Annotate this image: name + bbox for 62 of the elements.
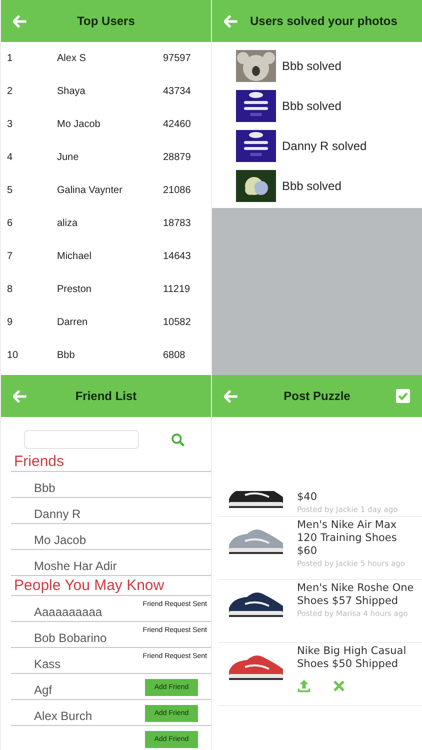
rank-number: 4 <box>6 152 14 163</box>
score: 97597 <box>163 53 191 64</box>
deal-title[interactable]: Men's Nike Air Max 120 Training Shoes $60 <box>297 519 416 558</box>
rank-number: 10 <box>6 350 20 361</box>
rank-number: 9 <box>6 317 14 328</box>
user-name: Bbb <box>57 350 76 361</box>
search-field[interactable] <box>24 430 139 449</box>
user-name: June <box>57 152 80 163</box>
friend-name[interactable]: Agf <box>34 683 52 697</box>
screen-title: Users solved your photos <box>250 14 398 28</box>
rank-number: 7 <box>6 251 14 262</box>
solved-label: Bbb solved <box>282 99 342 113</box>
user-name: aliza <box>57 218 79 229</box>
screen-title: Top Users <box>76 14 136 28</box>
rank-number: 6 <box>6 218 14 229</box>
friend-name[interactable]: Kass <box>34 657 61 671</box>
user-name: Darren <box>57 317 89 328</box>
screen-title: Friend List <box>74 389 138 403</box>
score: 21086 <box>163 185 191 196</box>
user-name: Michael <box>57 251 92 262</box>
user-name: Shaya <box>57 86 86 97</box>
deal-title[interactable]: $40 <box>297 491 398 504</box>
deal-title[interactable]: Nike Big High Casual Shoes $50 Shipped <box>297 645 416 671</box>
search-icon[interactable] <box>171 432 185 446</box>
friend-name[interactable]: Danny R <box>34 507 81 521</box>
section-heading: People You May Know <box>14 577 164 594</box>
solved-label: Bbb solved <box>282 59 342 73</box>
score: 10582 <box>163 317 191 328</box>
screen-title: Post Puzzle <box>282 389 352 403</box>
solved-label: Bbb solved <box>282 179 342 193</box>
friend-name[interactable]: Aaaaaaaaaa <box>34 605 102 619</box>
user-name: Preston <box>57 284 92 295</box>
rank-number: 3 <box>6 119 14 130</box>
score: 6808 <box>163 350 186 361</box>
close-icon[interactable] <box>333 680 345 692</box>
rank-number: 5 <box>6 185 14 196</box>
friend-name[interactable]: Alex Burch <box>34 709 92 723</box>
back-arrow-icon[interactable] <box>13 390 27 402</box>
friend-name[interactable]: Moshe Har Adir <box>34 559 117 573</box>
friend-name[interactable]: Bbb <box>34 481 56 495</box>
user-name: Alex S <box>57 53 87 64</box>
rank-number: 2 <box>6 86 14 97</box>
score: 43734 <box>163 86 191 97</box>
back-arrow-icon[interactable] <box>224 14 238 28</box>
score: 18783 <box>163 218 191 229</box>
friend-name[interactable]: Bob Bobarino <box>34 631 107 645</box>
score: 14643 <box>163 251 191 262</box>
back-arrow-icon[interactable] <box>13 14 27 28</box>
score: 11219 <box>163 284 190 295</box>
solved-label: Danny R solved <box>282 139 367 153</box>
user-name: Mo Jacob <box>57 119 102 130</box>
rank-number: 8 <box>6 284 14 295</box>
section-heading: Friends <box>14 453 64 470</box>
friend-name[interactable]: Mo Jacob <box>34 533 86 547</box>
back-arrow-icon[interactable] <box>224 390 238 402</box>
deal-title[interactable]: Men's Nike Roshe One Shoes $57 Shipped <box>297 582 416 608</box>
upload-icon[interactable] <box>297 679 311 693</box>
rank-number: 1 <box>6 53 14 64</box>
score: 28879 <box>163 152 191 163</box>
checkbox-icon[interactable] <box>396 389 410 403</box>
score: 42460 <box>163 119 191 130</box>
user-name: Galina Vaynter <box>57 185 124 196</box>
